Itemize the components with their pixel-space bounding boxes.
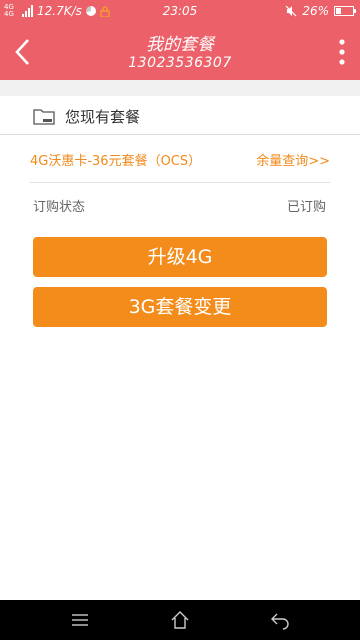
divider: [30, 182, 330, 183]
upgrade-4g-button[interactable]: 升级4G: [33, 237, 327, 277]
battery-percent: 26%: [302, 4, 329, 18]
battery-icon: [334, 6, 356, 16]
change-3g-plan-button[interactable]: 3G套餐变更: [33, 287, 327, 327]
phone-number: 13023536307: [128, 55, 232, 71]
package-card: 您现有套餐 4G沃惠卡-36元套餐（OCS） 余量查询>> 订购状态 已订购 升…: [0, 96, 360, 600]
navigation-bar: [0, 600, 360, 640]
order-status-label: 订购状态: [33, 200, 86, 215]
mute-icon: [285, 5, 297, 17]
title-bar: 我的套餐 13023536307: [0, 24, 360, 80]
status-right: 26%: [285, 4, 356, 18]
status-bar: 4G 4G 12.7K/s 23:05 26%: [0, 0, 360, 24]
section-header: 您现有套餐: [0, 96, 360, 135]
more-menu-icon[interactable]: [332, 36, 352, 68]
menu-icon[interactable]: [70, 612, 90, 628]
folder-icon: [33, 109, 55, 125]
back-arrow-icon[interactable]: [269, 610, 291, 630]
page-title: 我的套餐: [146, 35, 214, 55]
order-status-value: 已订购: [286, 200, 326, 215]
home-icon[interactable]: [170, 610, 190, 630]
plan-row: 4G沃惠卡-36元套餐（OCS） 余量查询>>: [0, 134, 360, 182]
plan-name: 4G沃惠卡-36元套餐（OCS）: [30, 154, 202, 169]
section-title: 您现有套餐: [65, 108, 141, 126]
balance-query-link[interactable]: 余量查询>>: [256, 150, 330, 169]
